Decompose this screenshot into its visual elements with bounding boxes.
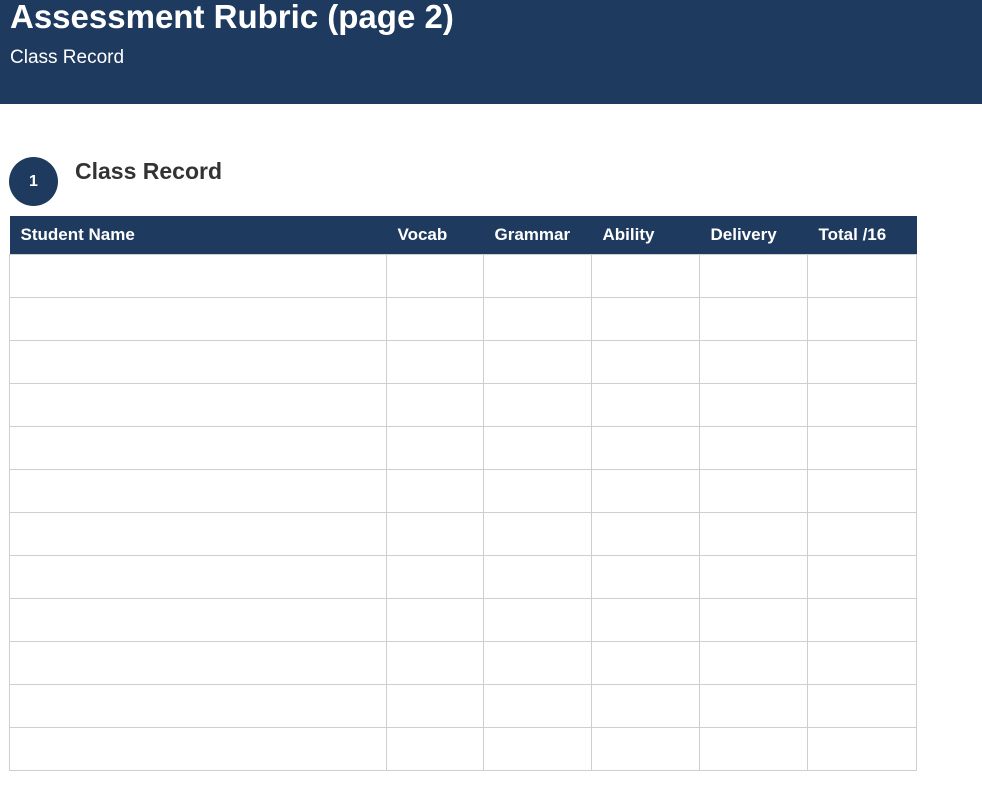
vocab-cell[interactable] bbox=[386, 641, 484, 685]
table-row bbox=[9, 512, 917, 556]
student-name-cell[interactable] bbox=[9, 512, 387, 556]
vocab-cell[interactable] bbox=[386, 383, 484, 427]
total-cell[interactable] bbox=[807, 254, 917, 298]
ability-cell[interactable] bbox=[591, 426, 700, 470]
delivery-cell[interactable] bbox=[699, 426, 808, 470]
table-row bbox=[9, 383, 917, 427]
table-row bbox=[9, 727, 917, 771]
page-subtitle: Class Record bbox=[10, 47, 125, 68]
vocab-cell[interactable] bbox=[386, 297, 484, 341]
delivery-cell[interactable] bbox=[699, 598, 808, 642]
total-cell[interactable] bbox=[807, 383, 917, 427]
page-title: Assessment Rubric (page 2) bbox=[10, 0, 454, 35]
table-row bbox=[9, 555, 917, 599]
table-row bbox=[9, 254, 917, 298]
student-name-cell[interactable] bbox=[9, 598, 387, 642]
column-header-student-name: Student Name bbox=[9, 216, 387, 255]
column-header-grammar: Grammar bbox=[483, 216, 592, 255]
student-name-cell[interactable] bbox=[9, 555, 387, 599]
grammar-cell[interactable] bbox=[483, 598, 592, 642]
table-row bbox=[9, 598, 917, 642]
ability-cell[interactable] bbox=[591, 469, 700, 513]
delivery-cell[interactable] bbox=[699, 254, 808, 298]
total-cell[interactable] bbox=[807, 641, 917, 685]
grammar-cell[interactable] bbox=[483, 641, 592, 685]
student-name-cell[interactable] bbox=[9, 340, 387, 384]
section-title: Class Record bbox=[75, 158, 223, 184]
table-header-row: Student Name Vocab Grammar Ability Deliv… bbox=[9, 216, 917, 255]
total-cell[interactable] bbox=[807, 340, 917, 384]
delivery-cell[interactable] bbox=[699, 555, 808, 599]
table-row bbox=[9, 340, 917, 384]
vocab-cell[interactable] bbox=[386, 512, 484, 556]
page-header: Assessment Rubric (page 2) Class Record bbox=[0, 0, 982, 104]
student-name-cell[interactable] bbox=[9, 426, 387, 470]
delivery-cell[interactable] bbox=[699, 340, 808, 384]
delivery-cell[interactable] bbox=[699, 684, 808, 728]
total-cell[interactable] bbox=[807, 426, 917, 470]
delivery-cell[interactable] bbox=[699, 297, 808, 341]
delivery-cell[interactable] bbox=[699, 727, 808, 771]
student-name-cell[interactable] bbox=[9, 727, 387, 771]
student-name-cell[interactable] bbox=[9, 641, 387, 685]
table-row bbox=[9, 684, 917, 728]
column-header-vocab: Vocab bbox=[386, 216, 484, 255]
student-name-cell[interactable] bbox=[9, 297, 387, 341]
table-body bbox=[9, 254, 917, 771]
total-cell[interactable] bbox=[807, 297, 917, 341]
table-row bbox=[9, 297, 917, 341]
vocab-cell[interactable] bbox=[386, 727, 484, 771]
ability-cell[interactable] bbox=[591, 254, 700, 298]
ability-cell[interactable] bbox=[591, 727, 700, 771]
section-number-badge: 1 bbox=[9, 157, 58, 206]
total-cell[interactable] bbox=[807, 512, 917, 556]
grammar-cell[interactable] bbox=[483, 727, 592, 771]
ability-cell[interactable] bbox=[591, 684, 700, 728]
total-cell[interactable] bbox=[807, 469, 917, 513]
vocab-cell[interactable] bbox=[386, 426, 484, 470]
grammar-cell[interactable] bbox=[483, 684, 592, 728]
delivery-cell[interactable] bbox=[699, 641, 808, 685]
ability-cell[interactable] bbox=[591, 555, 700, 599]
ability-cell[interactable] bbox=[591, 512, 700, 556]
vocab-cell[interactable] bbox=[386, 340, 484, 384]
grammar-cell[interactable] bbox=[483, 340, 592, 384]
column-header-delivery: Delivery bbox=[699, 216, 808, 255]
vocab-cell[interactable] bbox=[386, 254, 484, 298]
ability-cell[interactable] bbox=[591, 340, 700, 384]
grammar-cell[interactable] bbox=[483, 469, 592, 513]
delivery-cell[interactable] bbox=[699, 469, 808, 513]
table-row bbox=[9, 426, 917, 470]
grammar-cell[interactable] bbox=[483, 297, 592, 341]
ability-cell[interactable] bbox=[591, 297, 700, 341]
ability-cell[interactable] bbox=[591, 383, 700, 427]
total-cell[interactable] bbox=[807, 727, 917, 771]
column-header-ability: Ability bbox=[591, 216, 700, 255]
grammar-cell[interactable] bbox=[483, 254, 592, 298]
total-cell[interactable] bbox=[807, 684, 917, 728]
table-row bbox=[9, 469, 917, 513]
total-cell[interactable] bbox=[807, 555, 917, 599]
column-header-total: Total /16 bbox=[807, 216, 917, 255]
total-cell[interactable] bbox=[807, 598, 917, 642]
vocab-cell[interactable] bbox=[386, 684, 484, 728]
student-name-cell[interactable] bbox=[9, 383, 387, 427]
grammar-cell[interactable] bbox=[483, 512, 592, 556]
ability-cell[interactable] bbox=[591, 598, 700, 642]
student-name-cell[interactable] bbox=[9, 254, 387, 298]
table-row bbox=[9, 641, 917, 685]
ability-cell[interactable] bbox=[591, 641, 700, 685]
student-name-cell[interactable] bbox=[9, 684, 387, 728]
class-record-table: Student Name Vocab Grammar Ability Deliv… bbox=[9, 216, 917, 771]
grammar-cell[interactable] bbox=[483, 383, 592, 427]
grammar-cell[interactable] bbox=[483, 555, 592, 599]
delivery-cell[interactable] bbox=[699, 512, 808, 556]
vocab-cell[interactable] bbox=[386, 555, 484, 599]
delivery-cell[interactable] bbox=[699, 383, 808, 427]
vocab-cell[interactable] bbox=[386, 598, 484, 642]
grammar-cell[interactable] bbox=[483, 426, 592, 470]
student-name-cell[interactable] bbox=[9, 469, 387, 513]
vocab-cell[interactable] bbox=[386, 469, 484, 513]
